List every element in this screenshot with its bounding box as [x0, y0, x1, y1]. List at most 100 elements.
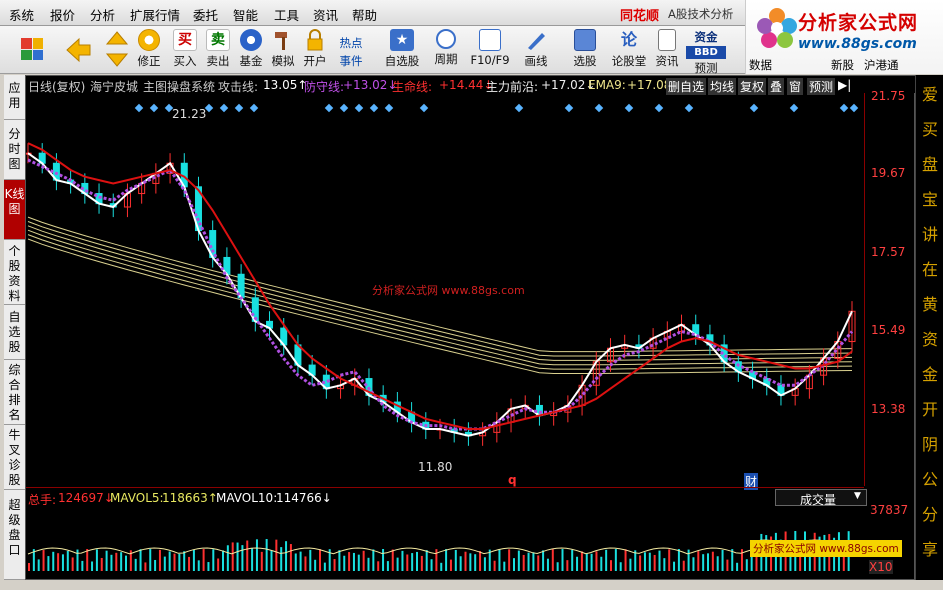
volume-bar — [178, 553, 181, 571]
volume-bar — [440, 562, 443, 571]
volume-infobar: 总手: 124697↓ MAVOL5: 118663↑ MAVOL10: 114… — [26, 487, 867, 507]
toolbar-hk-connect-label[interactable]: 沪港通 — [864, 57, 899, 73]
volume-bar — [610, 560, 612, 571]
toolbar-data-label[interactable]: 数据 — [749, 57, 772, 73]
volume-bar — [532, 552, 535, 571]
volume-bar — [445, 549, 448, 571]
sidebar-item-kline[interactable]: K线图 — [4, 180, 25, 240]
volume-bar — [420, 555, 423, 571]
volume-bar — [61, 554, 64, 571]
f10-button[interactable]: F10/F9 — [468, 29, 512, 71]
volume-bar — [653, 554, 656, 571]
chart-watermark: 分析家公式网 www.88gs.com — [372, 284, 525, 297]
hot-event-button[interactable]: 热点 事件 — [334, 29, 368, 71]
volume-bar — [125, 555, 127, 571]
volume-bar — [197, 560, 200, 571]
menu-help[interactable]: 帮助 — [352, 5, 377, 24]
volume-bar — [173, 553, 176, 571]
volume-bar — [382, 549, 385, 571]
sidebar-item-profile[interactable]: 个股资料 — [4, 240, 25, 305]
up-down-arrows-icon — [105, 31, 129, 67]
sell-button[interactable]: 卖 卖出 — [203, 29, 233, 71]
right-panel-char: 爱 — [922, 85, 939, 104]
signal-diamond — [384, 103, 394, 113]
volume-bar — [47, 556, 50, 571]
menu-news[interactable]: 资讯 — [313, 5, 338, 24]
volume-bar — [28, 563, 30, 571]
buy-button[interactable]: 买 买入 — [170, 29, 200, 71]
volume-bar — [707, 553, 709, 571]
sidebar-item-diagnosis[interactable]: 牛叉诊股 — [4, 425, 25, 490]
volume-bar — [241, 545, 244, 571]
news-button[interactable]: 资讯 — [652, 29, 682, 71]
grid-view-button[interactable] — [14, 30, 50, 70]
right-panel-char: 金 — [922, 365, 939, 384]
volume-bar — [411, 553, 414, 571]
fund-button[interactable]: 基金 — [236, 29, 266, 71]
menu-system[interactable]: 系统 — [9, 5, 34, 24]
menu-analysis[interactable]: 分析 — [90, 5, 115, 24]
volume-bar — [736, 562, 739, 571]
volume-bar — [614, 549, 617, 571]
watchlist-button[interactable]: ★ 自选股 — [382, 29, 422, 71]
sidebar-item-watchlist[interactable]: 自选股 — [4, 305, 25, 360]
volume-bar — [289, 544, 292, 571]
signal-diamond — [219, 103, 229, 113]
menu-smart[interactable]: 智能 — [233, 5, 258, 24]
signal-diamond — [249, 103, 259, 113]
up-down-button[interactable] — [104, 30, 132, 70]
volume-bar — [527, 552, 530, 571]
period-button[interactable]: 周期 — [428, 29, 464, 71]
volume-bar — [522, 554, 525, 571]
volume-bar — [212, 549, 215, 571]
indicator-select[interactable]: 成交量 ▼ — [775, 489, 867, 507]
volume-bar — [643, 552, 646, 571]
forecast-label: 预测 — [694, 61, 718, 75]
volume-bar — [493, 560, 496, 571]
menu-extended-market[interactable]: 扩展行情 — [130, 5, 180, 24]
stock-picker-label: 选股 — [573, 54, 597, 68]
forum-button[interactable]: 论 论股堂 — [610, 29, 648, 71]
volume-bar — [386, 561, 389, 571]
simulate-button[interactable]: 模拟 — [268, 29, 298, 71]
toolbar-ipo-label[interactable]: 新股 — [831, 57, 854, 73]
volume-bar — [687, 549, 690, 571]
buy-label: 买入 — [173, 54, 197, 68]
capital-button[interactable]: 资金 BBD 预测 — [686, 28, 726, 75]
draw-line-button[interactable]: 画线 — [518, 29, 554, 71]
sidebar-item-apps[interactable]: 应用 — [4, 75, 25, 120]
event-marker-q[interactable]: q — [508, 473, 517, 487]
select-icon — [574, 29, 596, 51]
sidebar-item-ranking[interactable]: 综合排名 — [4, 360, 25, 425]
right-panel-char: 资 — [922, 330, 939, 349]
sidebar-item-orderbook[interactable]: 超级盘口 — [4, 490, 25, 580]
lock-icon — [307, 29, 323, 51]
signal-diamond — [839, 103, 849, 113]
volume-bar — [391, 549, 394, 571]
menu-quote[interactable]: 报价 — [50, 5, 75, 24]
menu-order[interactable]: 委托 — [193, 5, 218, 24]
stock-picker-button[interactable]: 选股 — [566, 29, 604, 71]
price-tick: 13.38 — [871, 402, 906, 416]
volume-bar — [110, 554, 113, 571]
menu-tools[interactable]: 工具 — [274, 5, 299, 24]
volume-bar — [702, 554, 705, 571]
signal-diamond — [654, 103, 664, 113]
volume-bar — [513, 558, 515, 571]
volume-bar — [192, 549, 195, 571]
sidebar-item-intraday[interactable]: 分时图 — [4, 120, 25, 180]
clock-icon — [436, 29, 456, 49]
open-account-button[interactable]: 开户 — [300, 29, 330, 71]
volume-bar — [537, 555, 540, 571]
volume-bar — [697, 551, 700, 571]
correct-button[interactable]: 修正 — [134, 29, 164, 71]
kline-chart-panel[interactable]: 日线(复权) 海宁皮城 主图操盘系统 攻击线: 13.05↑ 防守线: +13.… — [25, 75, 916, 580]
volume-bar — [483, 557, 486, 571]
right-panel-char: 盘 — [922, 155, 939, 174]
news-icon — [658, 29, 676, 51]
volume-bar — [100, 557, 103, 571]
chevron-down-icon: ▼ — [854, 491, 861, 501]
volume-bar — [260, 551, 263, 571]
volume-bar — [755, 555, 758, 571]
back-button[interactable] — [60, 30, 96, 70]
